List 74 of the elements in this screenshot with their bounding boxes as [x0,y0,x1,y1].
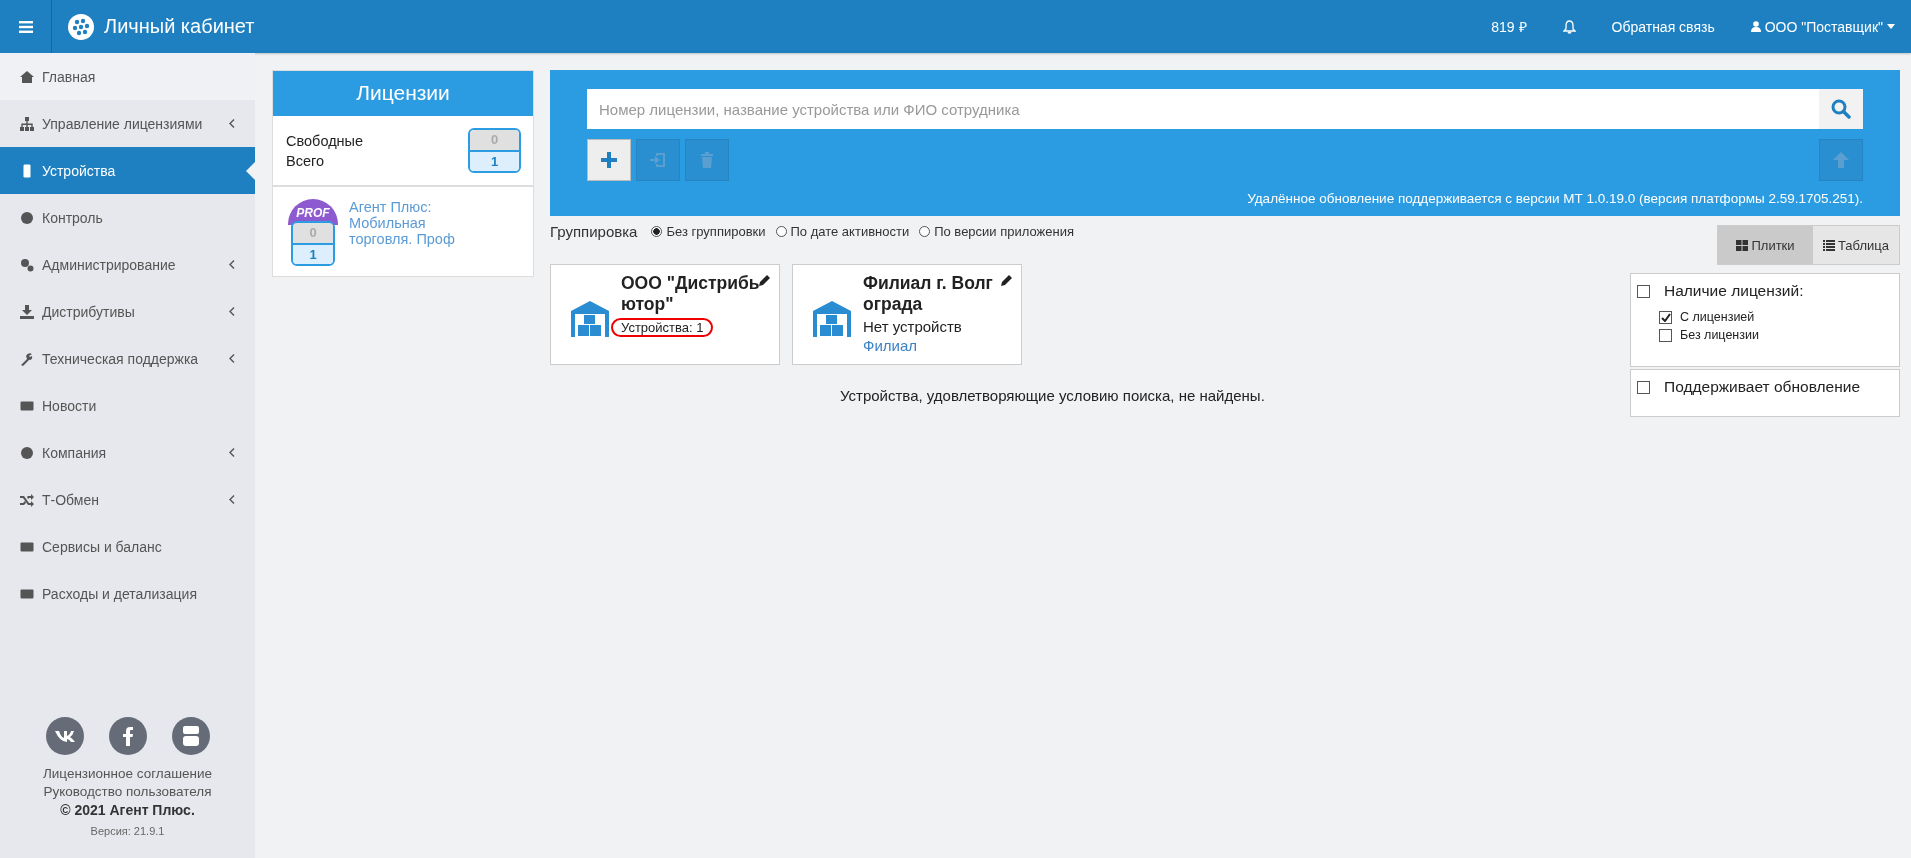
radio-button[interactable] [775,226,787,237]
pencil-icon[interactable] [1001,274,1013,286]
shuffle-icon [20,492,34,507]
checkbox[interactable] [1659,328,1672,342]
home-icon [20,69,34,84]
logo-icon [68,13,94,40]
total-label: Всего [286,152,326,169]
menu-icon [18,20,33,33]
user-menu[interactable]: ООО "Поставщик" [1764,18,1883,35]
table-view-button[interactable]: Таблица [1813,226,1899,264]
branch-card[interactable]: ООО "Дистрибьютор" Устройства: 1 [550,264,780,365]
grid-icon [1736,239,1749,251]
checkbox[interactable] [1659,310,1672,324]
grouping-option[interactable]: Без группировки [651,224,766,239]
card-link[interactable]: Филиал [863,337,1013,354]
sidebar-item[interactable]: Новости [0,382,255,429]
sidebar-item[interactable]: Дистрибутивы [0,288,255,335]
sitemap-icon [20,116,34,131]
filter-option[interactable]: Без лицензии [1637,328,1893,342]
empty-message: Устройства, удовлетворяющие условию поиска, не найдены. [840,387,1266,404]
copyright-text: © 2021 Агент Плюс. [60,801,195,819]
version-text: Версия: 21.9.1 [90,824,165,839]
sidebar-item[interactable]: Т-Обмен [0,476,255,523]
free-label: Свободные [286,132,364,149]
warehouse-icon [569,299,611,339]
search-field[interactable]: Номер лицензии, название устройства или ФИО сотрудника [587,89,1819,129]
sidebar-item[interactable]: Главная [0,53,255,100]
sign-in-icon [648,150,668,170]
app-title: Личный кабинет [104,15,255,38]
product-badge: PROF [288,199,338,225]
card-title: Филиал г. Волгограда [863,273,994,315]
checkbox[interactable] [1637,380,1650,394]
facebook-icon[interactable] [108,717,147,755]
vk-icon[interactable] [45,717,84,755]
wrench-icon [20,351,34,366]
sidebar-item[interactable]: Устройства [0,147,255,194]
add-button[interactable] [587,139,631,181]
card-title: ООО "Дистрибьютор" [621,273,761,315]
footer-link[interactable]: Руководство пользователя [43,783,212,801]
sidebar-item[interactable]: Администрирование [0,241,255,288]
checkbox[interactable] [1637,284,1650,298]
grouping-option[interactable]: По дате активности [775,224,910,239]
sidebar-item[interactable]: Управление лицензиями [0,100,255,147]
grouping-option[interactable]: По версии приложения [919,224,1074,239]
branch-card[interactable]: Филиал г. Волгограда Нет устройств Филиал [792,264,1022,365]
grouping-label: Группировка [550,223,638,240]
pencil-icon[interactable] [759,274,771,286]
device-count: Устройства: 1 [611,318,714,337]
footer-link[interactable]: Лицензионное соглашение [42,765,213,783]
device-count: Нет устройств [863,318,962,335]
update-note: Удалённое обновление поддерживается с версии МТ 1.0.19.0 (версия платформы 2.59.1705.251). [1246,191,1863,206]
radio-button[interactable] [919,226,931,237]
search-icon [1831,99,1851,119]
bell-icon[interactable] [1562,19,1576,34]
filter-checkbox[interactable]: Наличие лицензий: [1637,282,1893,300]
caret-icon [1887,24,1895,29]
download-icon [20,304,34,319]
sidebar-item[interactable]: Контроль [0,194,255,241]
panel-title: Лицензии [273,71,533,116]
plus-icon [599,150,619,170]
radio-button[interactable] [651,226,663,237]
warehouse-icon [811,299,853,339]
filter-option[interactable]: С лицензией [1637,310,1893,324]
sidebar-item[interactable]: Компания [0,429,255,476]
user-icon [1750,21,1761,32]
sidebar-item[interactable]: Сервисы и баланс [0,523,255,570]
sidebar-item[interactable]: Техническая поддержка [0,335,255,382]
tiles-view-button[interactable]: Плитки [1718,226,1813,264]
balance[interactable]: 819 ₽ [1491,17,1527,36]
search-button[interactable] [1819,89,1863,129]
menu-button[interactable] [0,0,52,53]
sidebar-item[interactable]: Расходы и детализация [0,570,255,617]
feedback-link[interactable]: Обратная связь [1611,18,1715,35]
arrow-up-icon [1831,150,1851,170]
